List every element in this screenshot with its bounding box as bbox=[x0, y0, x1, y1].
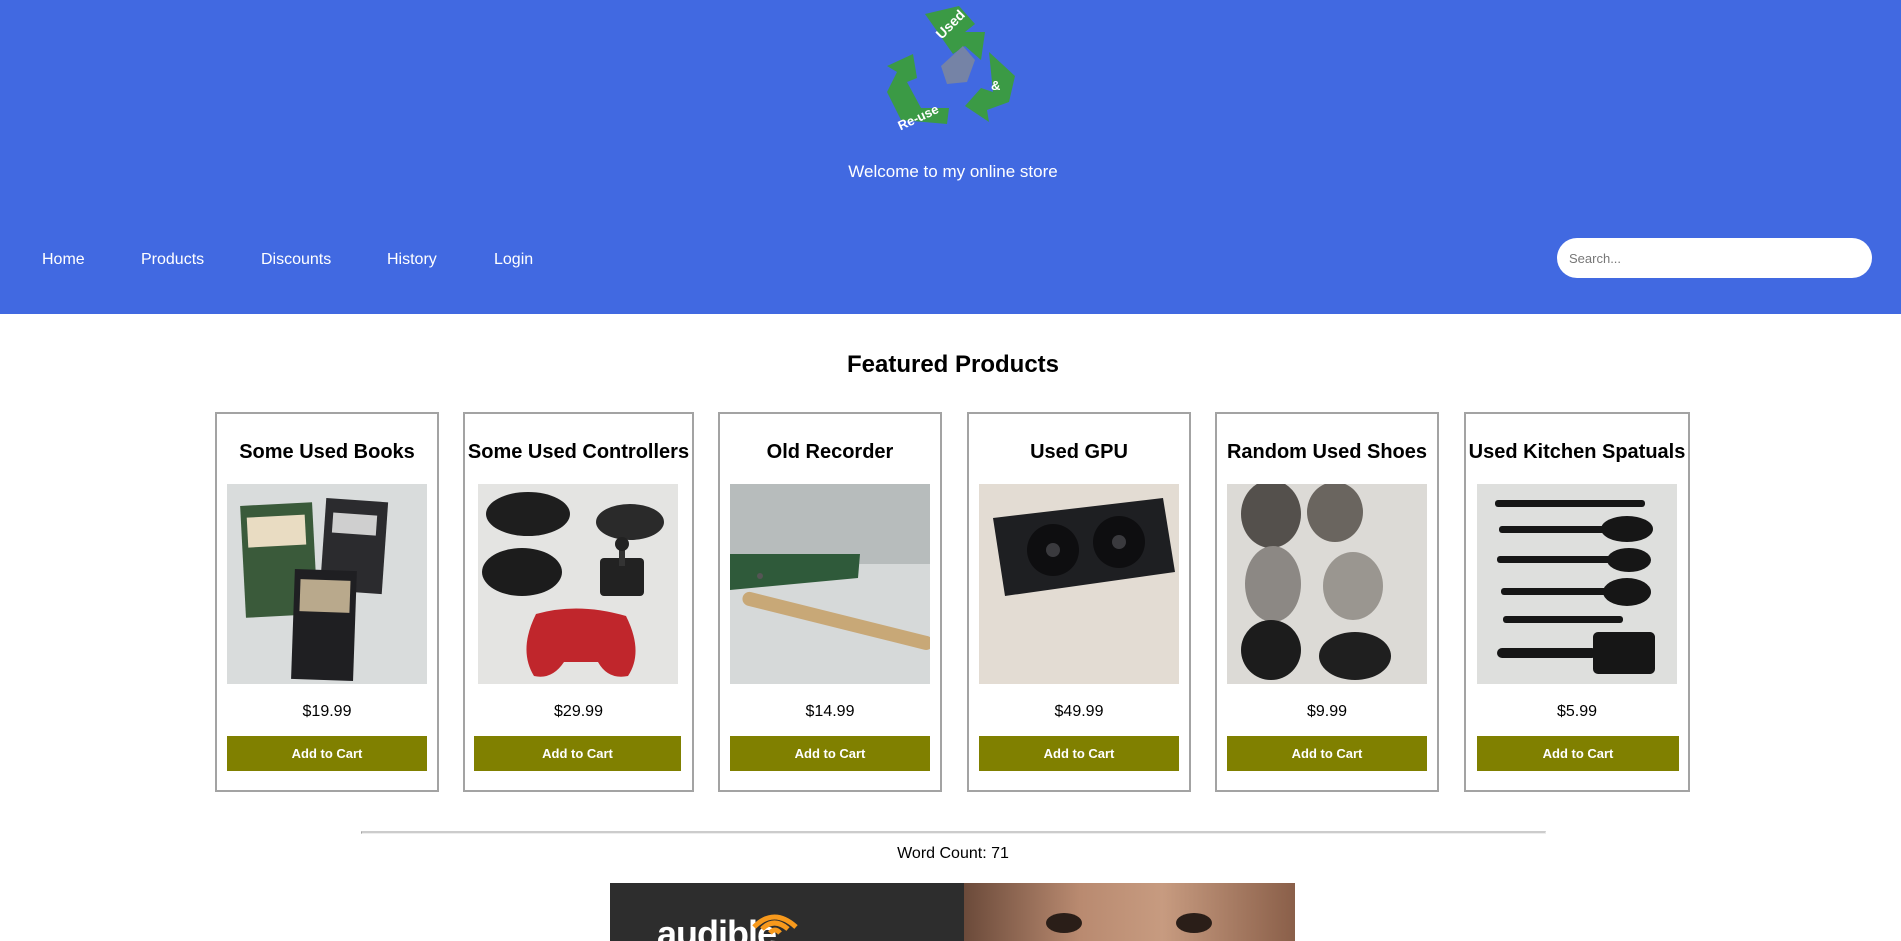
product-price: $14.99 bbox=[805, 703, 855, 720]
logo-text-and: & bbox=[991, 78, 1000, 93]
product-price: $5.99 bbox=[1556, 703, 1598, 720]
product-card: Random Used Shoes $9.99 Add to Cart bbox=[1215, 412, 1439, 792]
nav-home[interactable]: Home bbox=[42, 251, 85, 269]
product-card: Used GPU $49.99 Add to Cart bbox=[967, 412, 1191, 792]
add-to-cart-button[interactable]: Add to Cart bbox=[1477, 736, 1679, 771]
add-to-cart-button[interactable]: Add to Cart bbox=[730, 736, 930, 771]
welcome-message: Welcome to my online store bbox=[848, 162, 1058, 181]
product-name: Used Kitchen Spatuals bbox=[1468, 441, 1686, 463]
product-card: Used Kitchen Spatuals $5.99 Add to Cart bbox=[1464, 412, 1690, 792]
ad-photo bbox=[964, 883, 1295, 941]
product-card: Old Recorder $14.99 Add to Cart bbox=[718, 412, 942, 792]
product-image-recorder[interactable] bbox=[730, 484, 930, 684]
product-price: $49.99 bbox=[1054, 703, 1104, 720]
product-name: Some Used Controllers bbox=[467, 441, 690, 463]
product-image-shoes[interactable] bbox=[1227, 484, 1427, 684]
product-image-books[interactable] bbox=[227, 484, 427, 684]
nav-discounts[interactable]: Discounts bbox=[261, 251, 331, 269]
product-card: Some Used Books $19.99 Add to Cart bbox=[215, 412, 439, 792]
nav-products[interactable]: Products bbox=[141, 251, 204, 269]
product-image-spatulas[interactable] bbox=[1477, 484, 1677, 684]
audible-wifi-icon bbox=[752, 914, 798, 935]
word-count: Word Count: 71 bbox=[897, 845, 1009, 862]
product-price: $19.99 bbox=[302, 703, 352, 720]
product-card: Some Used Controllers $29.99 Add to Cart bbox=[463, 412, 694, 792]
ad-left-panel: audible bbox=[610, 883, 964, 941]
recycle-logo[interactable]: Used & Re-use bbox=[877, 2, 1027, 132]
add-to-cart-button[interactable]: Add to Cart bbox=[1227, 736, 1427, 771]
add-to-cart-button[interactable]: Add to Cart bbox=[979, 736, 1179, 771]
divider bbox=[361, 831, 1546, 834]
add-to-cart-button[interactable]: Add to Cart bbox=[227, 736, 427, 771]
site-header: Used & Re-use Welcome to my online store… bbox=[0, 0, 1901, 314]
search-input[interactable] bbox=[1557, 238, 1872, 278]
product-name: Random Used Shoes bbox=[1226, 441, 1428, 463]
product-name: Old Recorder bbox=[766, 441, 894, 463]
product-name: Some Used Books bbox=[239, 441, 415, 463]
nav-history[interactable]: History bbox=[387, 251, 437, 269]
section-title: Featured Products bbox=[846, 351, 1060, 378]
audible-ad-banner[interactable]: audible bbox=[610, 883, 1295, 941]
product-price: $9.99 bbox=[1306, 703, 1348, 720]
product-name: Used GPU bbox=[1030, 441, 1128, 463]
product-price: $29.99 bbox=[554, 703, 603, 720]
add-to-cart-button[interactable]: Add to Cart bbox=[474, 736, 681, 771]
product-image-gpu[interactable] bbox=[979, 484, 1179, 684]
product-image-controllers[interactable] bbox=[478, 484, 678, 684]
nav-login[interactable]: Login bbox=[494, 251, 533, 269]
